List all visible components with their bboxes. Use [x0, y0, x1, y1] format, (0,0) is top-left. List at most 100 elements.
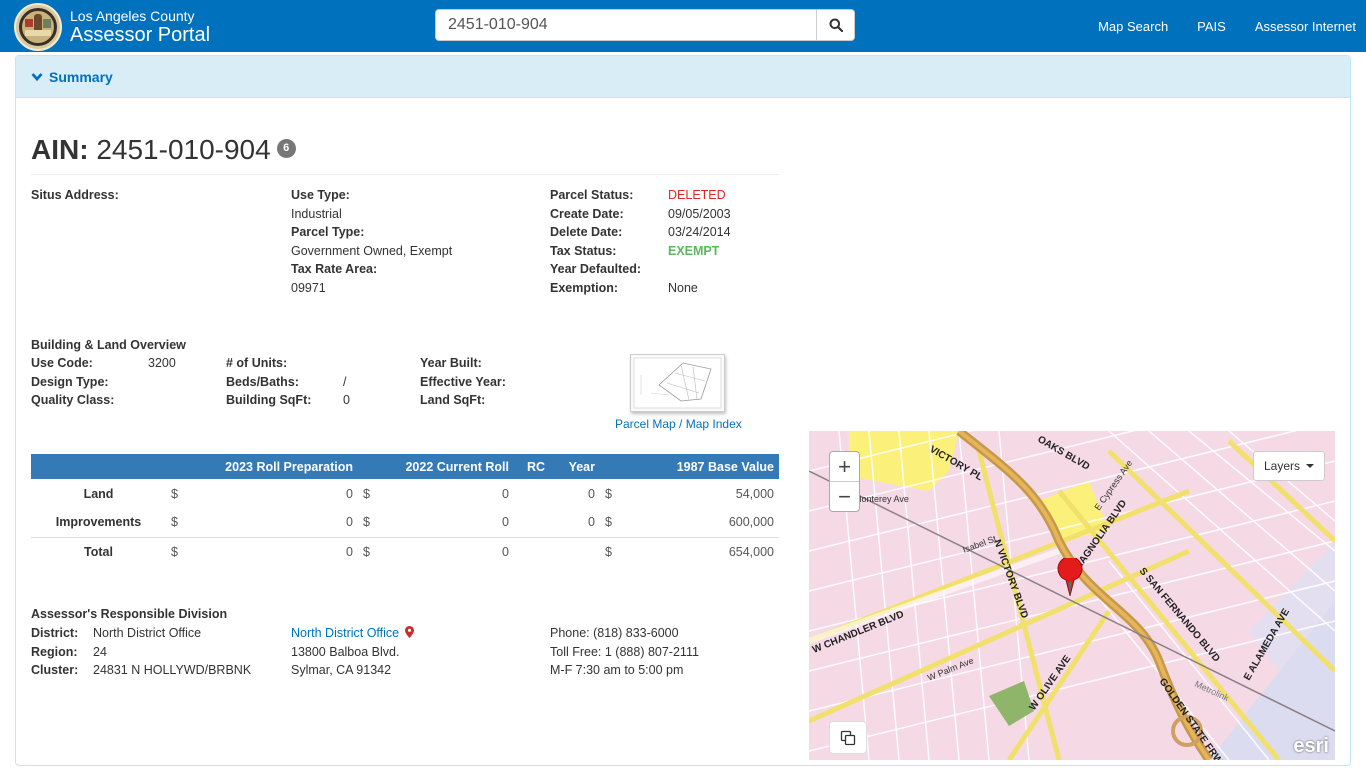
building-sqft-label: Building SqFt:	[226, 393, 312, 407]
map-index-link[interactable]: Map Index	[686, 417, 742, 431]
improvements-base-value: 600,000	[728, 515, 774, 530]
search-input[interactable]	[435, 9, 818, 41]
tax-rate-area-label: Tax Rate Area:	[291, 262, 378, 276]
table-row: Land $ 0 $ 0 0 $ 54,000	[31, 479, 779, 508]
office-tollfree: Toll Free: 1 (888) 807-2111	[550, 644, 699, 659]
page-title: AIN: 2451-010-904 6	[31, 134, 296, 166]
parcel-map-thumbnail[interactable]	[630, 354, 725, 412]
parcel-map[interactable]: Monterey Ave Isabel St W Palm Ave Metrol…	[809, 431, 1335, 760]
parcel-map-link[interactable]: Parcel Map	[615, 417, 676, 431]
caret-down-icon	[1306, 464, 1314, 468]
currency: $	[171, 515, 178, 530]
total-2023: 0	[196, 536, 358, 566]
improvements-year: 0	[588, 515, 595, 530]
division-title: Assessor's Responsible Division	[31, 607, 228, 621]
search-bar	[435, 9, 855, 41]
exemption-label: Exemption:	[550, 280, 619, 295]
cluster-value: 24831 N HOLLYWD/BRBNK	[93, 663, 252, 677]
office-address: North District Office 13800 Balboa Blvd.…	[291, 624, 414, 680]
office-link[interactable]: North District Office	[291, 626, 399, 640]
col-header-blank	[31, 454, 166, 479]
year-defaulted-label: Year Defaulted:	[550, 262, 642, 276]
use-type-block: Use Type: Industrial Parcel Type: Govern…	[291, 186, 452, 297]
land-base-value: 54,000	[735, 486, 774, 501]
currency: $	[358, 536, 388, 566]
nav-links: Map Search PAIS Assessor Internet	[1069, 0, 1356, 52]
summary-title: Summary	[49, 68, 113, 85]
chevron-down-icon	[31, 72, 43, 81]
currency: $	[605, 515, 612, 530]
office-phone: Phone: (818) 833-6000	[550, 626, 679, 640]
building-sqft-value: 0	[343, 393, 350, 407]
currency: $	[600, 536, 630, 566]
table-row-total: Total $ 0 $ 0 $ 654,000	[31, 536, 779, 566]
search-icon	[829, 18, 843, 32]
zoom-out-button[interactable]: −	[830, 482, 859, 512]
layers-label: Layers	[1263, 459, 1300, 473]
ain-label: AIN:	[31, 134, 89, 165]
status-block: Parcel Status: DELETED Create Date: 09/05/…	[550, 186, 780, 297]
tax-status-value: EXEMPT	[668, 243, 720, 258]
total-year	[550, 536, 600, 566]
street-label: Monterey Ave	[854, 494, 909, 504]
count-badge[interactable]: 6	[276, 139, 296, 159]
search-button[interactable]	[817, 9, 855, 41]
cluster-label: Cluster:	[31, 663, 79, 677]
esri-attribution-logo: esri	[1293, 735, 1329, 757]
design-type-label: Design Type:	[31, 374, 109, 389]
beds-baths-label: Beds/Baths:	[226, 374, 299, 389]
total-2022: 0	[388, 536, 514, 566]
quality-class-label: Quality Class:	[31, 393, 115, 407]
delete-date-value: 03/24/2014	[668, 225, 731, 239]
parcel-type-label: Parcel Type:	[291, 225, 365, 239]
copy-icon	[840, 730, 856, 745]
use-type-label: Use Type:	[291, 188, 350, 202]
nav-map-search[interactable]: Map Search	[1098, 19, 1168, 34]
district-label: District:	[31, 626, 79, 640]
parcel-type-value: Government Owned, Exempt	[291, 243, 453, 258]
top-navbar: Los Angeles County Assessor Portal Map S…	[0, 0, 1366, 52]
nav-assessor-internet[interactable]: Assessor Internet	[1255, 19, 1356, 34]
create-date-value: 09/05/2003	[668, 206, 731, 221]
improvements-2023: 0	[346, 515, 353, 530]
parcel-status-value: DELETED	[668, 188, 726, 202]
exemption-value: None	[668, 280, 698, 295]
table-header-row: 2023 Roll Preparation 2022 Current Roll …	[31, 454, 779, 479]
effective-year-label: Effective Year:	[420, 374, 506, 389]
map-zoom-control: + −	[829, 451, 860, 512]
summary-toggle[interactable]: Summary	[16, 56, 1350, 98]
division-info: District: North District Office Region: 24…	[31, 624, 251, 680]
map-links: Parcel Map / Map Index	[615, 417, 742, 431]
col-header-2022: 2022 Current Roll	[388, 454, 514, 479]
building-col-2: # of Units: Beds/Baths: / Building SqFt: 0	[226, 354, 350, 410]
office-hours: M-F 7:30 am to 5:00 pm	[550, 663, 684, 677]
map-marker-icon[interactable]	[404, 626, 414, 638]
currency: $	[166, 536, 196, 566]
use-code-value: 3200	[148, 356, 176, 370]
nav-pais[interactable]: PAIS	[1197, 19, 1226, 34]
divider	[31, 174, 779, 175]
zoom-in-button[interactable]: +	[830, 452, 859, 482]
region-value: 24	[93, 644, 107, 659]
land-2022: 0	[502, 486, 509, 501]
brand[interactable]: Los Angeles County Assessor Portal	[14, 3, 210, 51]
district-value: North District Office	[93, 626, 202, 640]
office-contact: Phone: (818) 833-6000 Toll Free: 1 (888)…	[550, 624, 699, 680]
currency: $	[171, 486, 178, 501]
land-2023: 0	[346, 486, 353, 501]
values-table: 2023 Roll Preparation 2022 Current Roll …	[31, 454, 779, 566]
brand-subtitle: Los Angeles County	[70, 8, 195, 24]
row-label-total: Total	[31, 536, 166, 566]
col-header-base-value: 1987 Base Value	[630, 454, 779, 479]
county-seal-logo	[14, 3, 62, 51]
layers-dropdown[interactable]: Layers	[1252, 451, 1325, 481]
office-address-line2: Sylmar, CA 91342	[291, 663, 392, 677]
improvements-2022: 0	[502, 515, 509, 530]
parcel-location-marker[interactable]	[1057, 556, 1083, 599]
delete-date-label: Delete Date:	[550, 225, 623, 239]
map-overview-button[interactable]	[829, 721, 867, 754]
col-header-year: Year	[550, 454, 600, 479]
land-year: 0	[588, 486, 595, 501]
tax-rate-area-value: 09971	[291, 280, 326, 295]
year-built-label: Year Built:	[420, 356, 482, 370]
